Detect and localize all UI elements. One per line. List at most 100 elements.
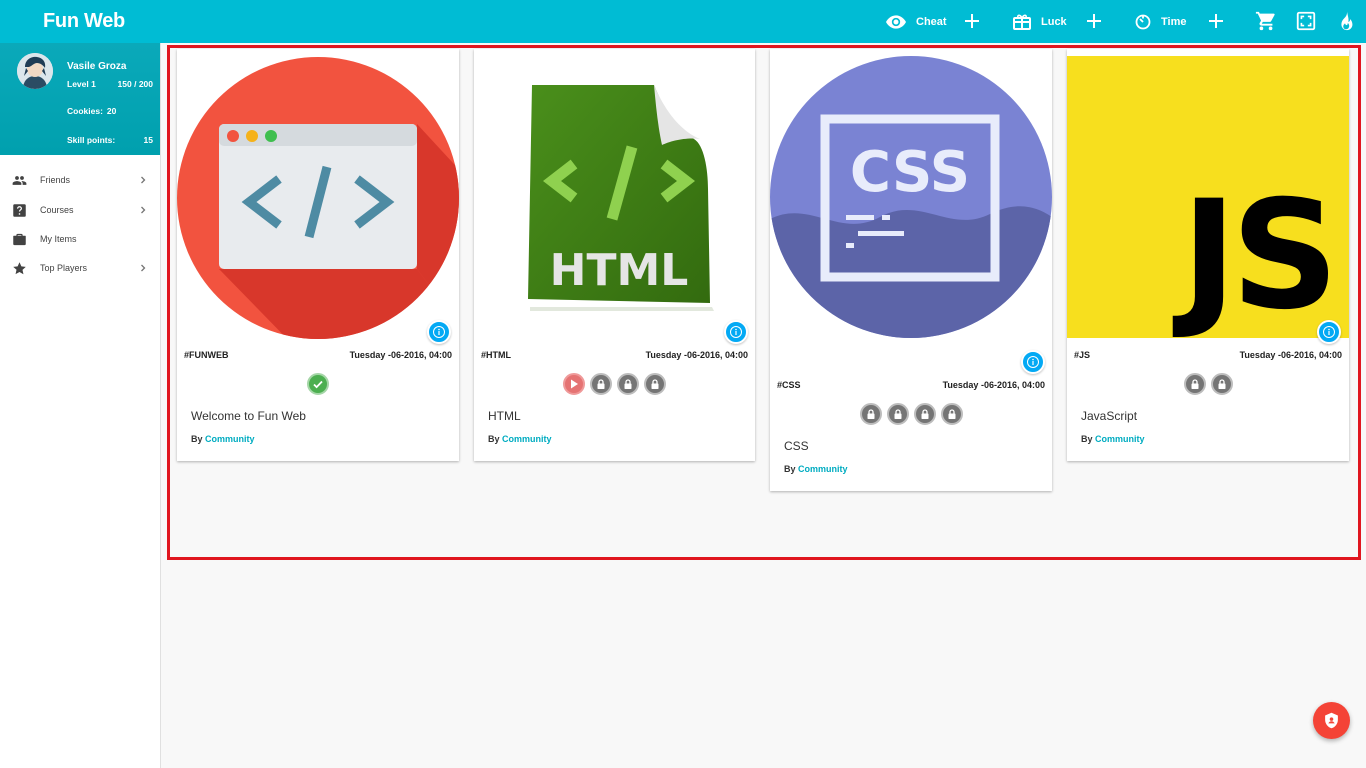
- cart-icon[interactable]: [1255, 10, 1277, 32]
- skill-points-row: Skill points: 15: [67, 135, 153, 145]
- skill-points-value: 15: [143, 135, 153, 145]
- level-locked-badge[interactable]: [1211, 373, 1233, 395]
- xp-value: 150 / 200: [117, 79, 153, 89]
- level-locked-badge[interactable]: [644, 373, 666, 395]
- level-locked-badge[interactable]: [617, 373, 639, 395]
- course-date: Tuesday -06-2016, 04:00: [645, 350, 748, 360]
- course-title[interactable]: Welcome to Fun Web: [191, 409, 306, 423]
- info-button[interactable]: [1317, 320, 1341, 344]
- lock-icon: [921, 409, 929, 419]
- author-link[interactable]: Community: [502, 434, 552, 444]
- level-locked-badge[interactable]: [887, 403, 909, 425]
- course-card-html[interactable]: HTML #HTML Tuesday -06-2016, 04:00 HTML …: [474, 49, 755, 461]
- sidebar-item-label: Top Players: [40, 263, 88, 273]
- shield-fab-button[interactable]: [1313, 702, 1350, 739]
- html-course-image[interactable]: HTML: [474, 49, 755, 341]
- js-course-image[interactable]: JS: [1067, 49, 1349, 343]
- level-locked-badge[interactable]: [590, 373, 612, 395]
- sidebar-item-top-players[interactable]: Top Players: [0, 254, 160, 282]
- course-card-js[interactable]: JS #JS Tuesday -06-2016, 04:00 JavaScrip…: [1067, 49, 1349, 461]
- star-icon: [12, 261, 27, 276]
- lock-icon: [948, 409, 956, 419]
- add-time-button[interactable]: [1206, 11, 1226, 31]
- luck-stat: Luck: [1013, 0, 1067, 43]
- author-link[interactable]: Community: [1095, 434, 1145, 444]
- time-label: Time: [1161, 15, 1187, 28]
- funweb-course-image[interactable]: [177, 49, 459, 341]
- lock-icon: [624, 379, 632, 389]
- gift-icon: [1013, 14, 1031, 30]
- chevron-right-icon: [138, 205, 148, 215]
- level-locked-badge[interactable]: [1184, 373, 1206, 395]
- cookies-value: 20: [106, 106, 117, 116]
- by-label: By: [191, 434, 203, 444]
- course-card-funweb[interactable]: #FUNWEB Tuesday -06-2016, 04:00 Welcome …: [177, 49, 459, 461]
- course-author: By Community: [784, 464, 848, 474]
- css-course-image[interactable]: CSS: [770, 49, 1052, 341]
- shield-icon: [1325, 712, 1338, 729]
- lock-icon: [1218, 379, 1226, 389]
- chevron-right-icon: [138, 175, 148, 185]
- lock-icon: [867, 409, 875, 419]
- sidebar-item-label: Courses: [40, 205, 74, 215]
- sidebar: Vasile Groza Level 1 150 / 200 Cookies: …: [0, 43, 161, 768]
- sidebar-item-label: Friends: [40, 175, 71, 185]
- by-label: By: [488, 434, 500, 444]
- luck-label: Luck: [1041, 15, 1067, 28]
- level-completed-badge[interactable]: [307, 373, 329, 395]
- css-image-text: CSS: [850, 140, 970, 205]
- cookies-row: Cookies: 20: [67, 106, 153, 116]
- course-author: By Community: [1081, 434, 1145, 444]
- sidebar-item-my-items[interactable]: My Items: [0, 225, 160, 253]
- level-locked-badge[interactable]: [941, 403, 963, 425]
- lock-icon: [651, 379, 659, 389]
- info-icon: [1323, 326, 1335, 338]
- course-title[interactable]: HTML: [488, 409, 521, 423]
- time-stat: Time: [1135, 0, 1186, 43]
- by-label: By: [1081, 434, 1093, 444]
- course-title[interactable]: JavaScript: [1081, 409, 1137, 423]
- js-image-text: JS: [1172, 169, 1333, 341]
- eye-icon: [886, 14, 906, 29]
- info-button[interactable]: [724, 320, 748, 344]
- info-button[interactable]: [1021, 350, 1045, 374]
- author-link[interactable]: Community: [205, 434, 255, 444]
- sidebar-item-label: My Items: [40, 234, 77, 244]
- check-icon: [313, 380, 323, 389]
- author-link[interactable]: Community: [798, 464, 848, 474]
- cheat-stat: Cheat: [886, 0, 947, 43]
- fire-icon[interactable]: [1336, 10, 1358, 32]
- info-icon: [730, 326, 742, 338]
- info-icon: [433, 326, 445, 338]
- level-locked-badge[interactable]: [860, 403, 882, 425]
- sidebar-item-courses[interactable]: Courses: [0, 196, 160, 224]
- add-luck-button[interactable]: [1084, 11, 1104, 31]
- by-label: By: [784, 464, 796, 474]
- briefcase-icon: [12, 232, 27, 247]
- play-icon: [571, 379, 578, 389]
- sidebar-item-friends[interactable]: Friends: [0, 166, 160, 194]
- course-tag: #JS: [1074, 350, 1091, 360]
- cheat-label: Cheat: [916, 15, 947, 28]
- course-tag: #HTML: [481, 350, 511, 360]
- lock-icon: [597, 379, 605, 389]
- profile-panel: Vasile Groza Level 1 150 / 200 Cookies: …: [0, 43, 160, 155]
- timer-icon: [1135, 14, 1151, 30]
- lock-icon: [1191, 379, 1199, 389]
- level-locked-badge[interactable]: [914, 403, 936, 425]
- course-date: Tuesday -06-2016, 04:00: [349, 350, 452, 360]
- skill-points-label: Skill points:: [67, 135, 116, 145]
- course-tag: #FUNWEB: [184, 350, 229, 360]
- lock-icon: [894, 409, 902, 419]
- avatar[interactable]: [17, 53, 53, 89]
- course-card-css[interactable]: CSS #CSS Tuesday -06-2016, 04:00 CSS By …: [770, 49, 1052, 491]
- info-button[interactable]: [427, 320, 451, 344]
- people-icon: [12, 173, 27, 188]
- course-author: By Community: [488, 434, 552, 444]
- level-play-badge[interactable]: [563, 373, 585, 395]
- info-icon: [1027, 356, 1039, 368]
- add-cheat-button[interactable]: [962, 11, 982, 31]
- course-title[interactable]: CSS: [784, 439, 809, 453]
- app-title[interactable]: Fun Web: [43, 10, 125, 33]
- fullscreen-icon[interactable]: [1295, 10, 1317, 32]
